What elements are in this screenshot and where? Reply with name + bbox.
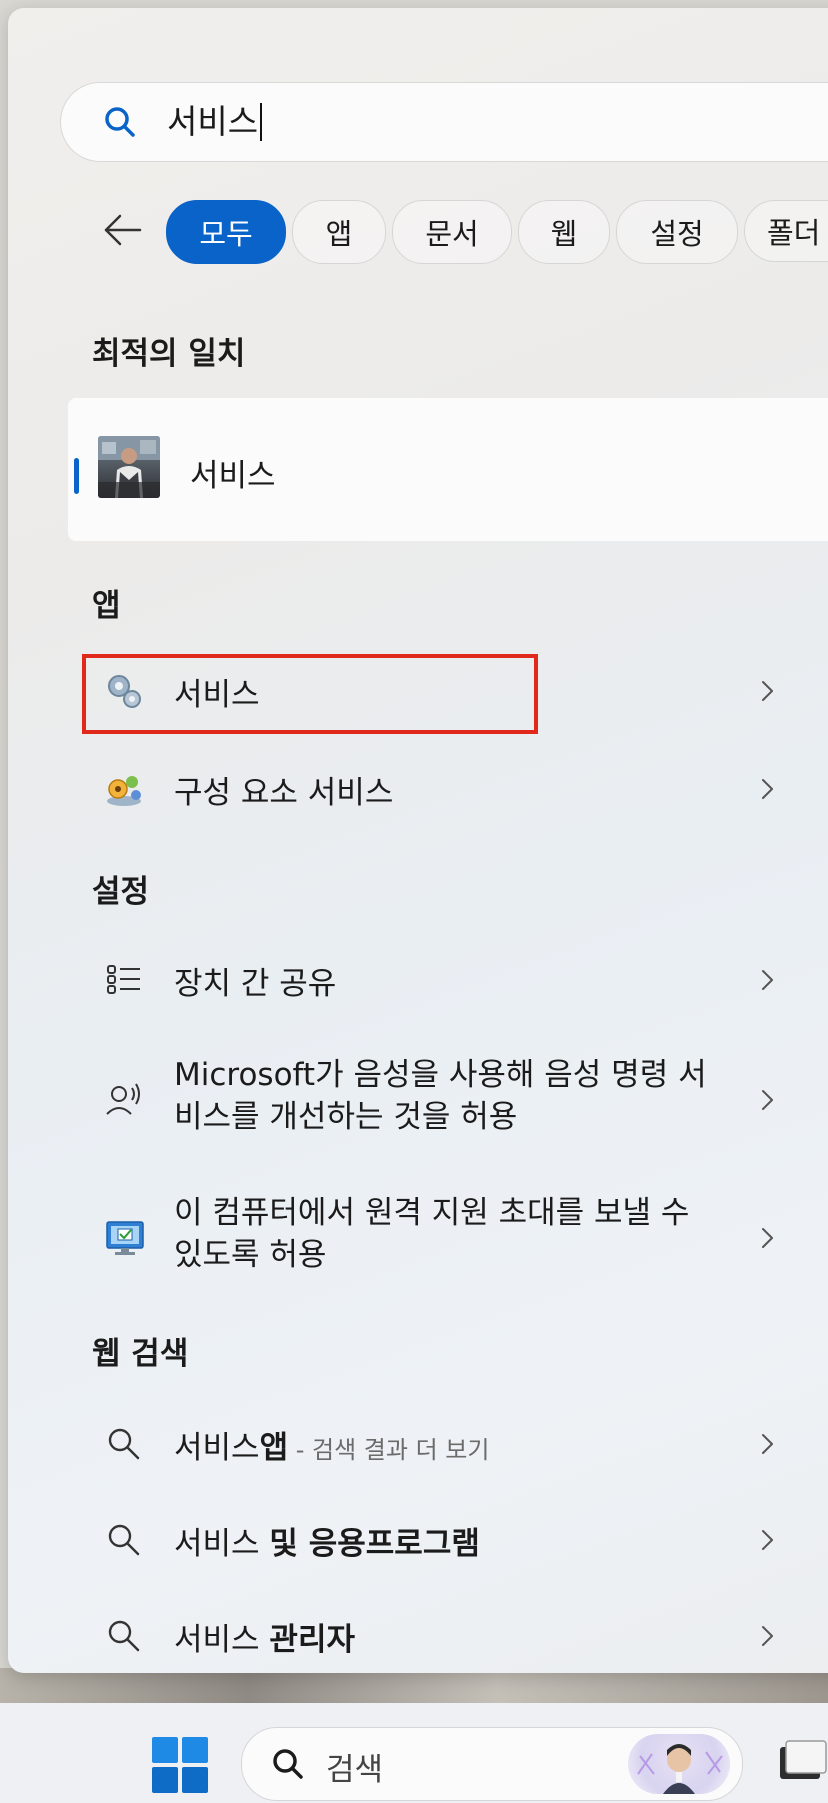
filter-chip-apps[interactable]: 앱 — [292, 200, 386, 264]
component-services-icon — [107, 776, 141, 806]
filter-chip-all[interactable]: 모두 — [166, 200, 286, 264]
filter-chip-folders[interactable]: 폴더 — [744, 200, 828, 262]
filter-bar: 모두 앱 문서 웹 설정 폴더 — [8, 192, 828, 274]
remote-assistance-icon — [106, 1221, 144, 1255]
search-highlight-avatar[interactable] — [628, 1734, 730, 1794]
chevron-right-icon — [762, 1530, 773, 1550]
windows-start-icon[interactable] — [152, 1737, 208, 1793]
apps-heading: 앱 — [92, 588, 121, 624]
search-flyout: 서비스 모두 앱 문서 웹 설정 폴더 최적의 일치 서비스 앱 서비스 구성 … — [8, 8, 828, 1673]
chevron-right-icon — [762, 779, 773, 799]
result-label: Microsoft가 음성을 사용해 음성 명령 서비스를 개선하는 것을 허용 — [174, 1057, 707, 1135]
taskbar: 검색 — [0, 1703, 828, 1803]
selection-indicator — [74, 458, 79, 494]
taskbar-app-icon[interactable] — [776, 1737, 828, 1789]
chevron-right-icon — [762, 1228, 773, 1248]
filter-chip-settings[interactable]: 설정 — [616, 200, 738, 264]
result-label: 서비스 관리자 — [174, 1622, 355, 1658]
web-result-services-app[interactable]: 서비스앱 - 검색 결과 더 보기 — [68, 1402, 828, 1486]
device-sharing-icon — [107, 965, 140, 994]
best-match-thumbnail — [98, 436, 160, 498]
best-match-heading: 최적의 일치 — [92, 336, 246, 372]
web-result-services-manager[interactable]: 서비스 관리자 — [68, 1594, 828, 1673]
search-icon — [108, 1428, 140, 1460]
chevron-right-icon — [762, 1626, 773, 1646]
filter-chip-web[interactable]: 웹 — [518, 200, 610, 264]
taskbar-search-box[interactable]: 검색 — [241, 1727, 743, 1801]
chevron-right-icon — [762, 1090, 773, 1110]
chevron-right-icon — [762, 1434, 773, 1454]
result-label: 구성 요소 서비스 — [174, 775, 394, 811]
search-icon — [108, 1524, 140, 1556]
search-input[interactable]: 서비스 — [60, 82, 828, 162]
result-label: 서비스 및 응용프로그램 — [174, 1526, 480, 1562]
speech-icon — [106, 1083, 140, 1115]
best-match-label: 서비스 — [190, 458, 276, 494]
filter-chip-documents[interactable]: 문서 — [392, 200, 512, 264]
search-icon — [105, 107, 135, 137]
setting-result-device-sharing[interactable]: 장치 간 공유 — [68, 938, 828, 1022]
chevron-right-icon — [762, 970, 773, 990]
search-icon — [108, 1620, 140, 1652]
settings-heading: 설정 — [92, 874, 150, 910]
result-label: 이 컴퓨터에서 원격 지원 초대를 보낼 수 있도록 허용 — [174, 1195, 690, 1273]
search-icon — [273, 1749, 303, 1779]
web-search-heading: 웹 검색 — [92, 1336, 189, 1372]
back-arrow-icon[interactable] — [100, 208, 144, 252]
result-label: 서비스앱 - 검색 결과 더 보기 — [174, 1430, 490, 1466]
result-label: 장치 간 공유 — [174, 966, 337, 1002]
setting-result-speech-privacy[interactable]: Microsoft가 음성을 사용해 음성 명령 서비스를 개선하는 것을 허용 — [68, 1048, 828, 1152]
desktop-background — [0, 1668, 828, 1704]
chevron-right-icon — [762, 681, 773, 701]
web-result-services-and-applications[interactable]: 서비스 및 응용프로그램 — [68, 1498, 828, 1582]
annotation-highlight-box — [82, 654, 538, 734]
setting-result-remote-assistance[interactable]: 이 컴퓨터에서 원격 지원 초대를 보낼 수 있도록 허용 — [68, 1186, 828, 1290]
search-query-text: 서비스 — [167, 103, 263, 141]
taskbar-search-placeholder: 검색 — [326, 1752, 384, 1788]
app-result-component-services[interactable]: 구성 요소 서비스 — [68, 747, 828, 831]
best-match-card[interactable]: 서비스 — [68, 398, 828, 541]
text-caret — [260, 103, 263, 141]
